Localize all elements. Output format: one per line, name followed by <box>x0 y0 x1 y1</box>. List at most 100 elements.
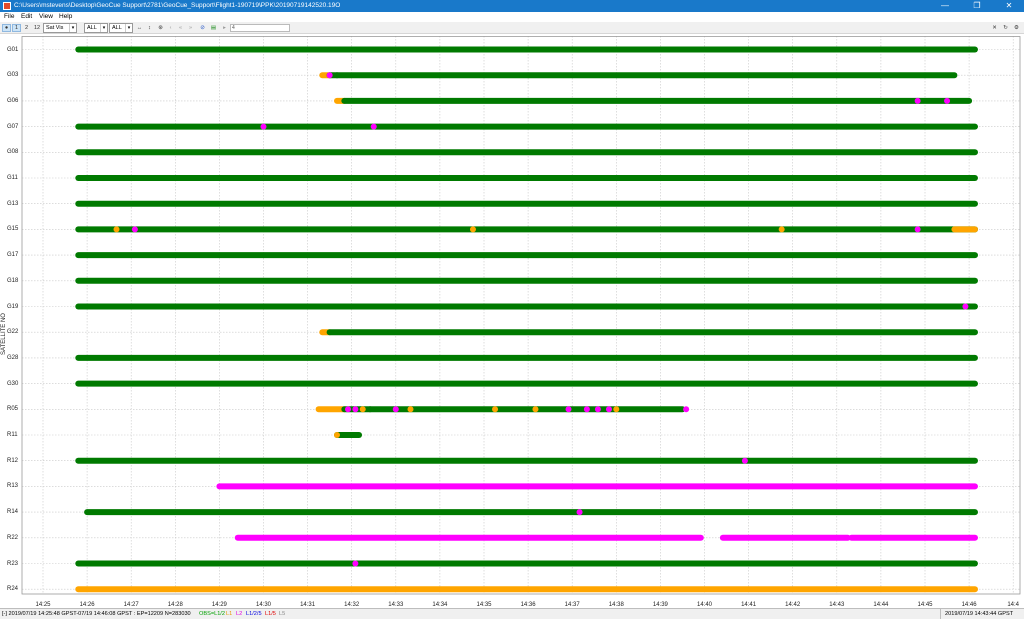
plot-type-value: Sat Vis <box>46 25 64 31</box>
track-mark-r05 <box>359 406 366 413</box>
status-cursor-time: 2019/07/19 14:43:44 GPST <box>940 609 1013 619</box>
close-button[interactable]: ✕ <box>994 0 1024 12</box>
legend-l15: L1/5 <box>265 611 276 617</box>
time-slider[interactable]: 4 <box>230 24 290 32</box>
system-filter-value: ALL <box>87 25 97 31</box>
track-mark-r23 <box>352 560 359 567</box>
time-slider-value: 4 <box>232 25 235 31</box>
view-1-button[interactable]: 1 <box>12 24 21 32</box>
map-icon[interactable]: ▤ <box>209 24 218 32</box>
menu-file[interactable]: File <box>4 13 14 21</box>
satellite-label: R12 <box>7 457 19 464</box>
system-filter-select[interactable]: ALL ▾ <box>84 23 108 33</box>
track-mark-r05 <box>583 406 590 413</box>
center-icon[interactable]: ⊛ <box>156 24 165 32</box>
track-mark-r05 <box>392 406 399 413</box>
legend-l5: L5 <box>279 611 286 617</box>
legend-obs: OBS=L1/2 <box>199 611 225 617</box>
track-mark-r05 <box>594 406 601 413</box>
app-icon <box>3 2 11 10</box>
gear-icon[interactable]: ⚙ <box>1012 24 1021 32</box>
satellite-label: G30 <box>7 380 19 387</box>
track-mark-g15 <box>131 226 138 233</box>
chevron-down-icon: ▾ <box>69 24 76 32</box>
chevron-down-icon: ▾ <box>125 24 132 32</box>
status-bar: [-] 2019/07/19 14:25:48 GPST-07/19 14:46… <box>0 608 1024 619</box>
track-mark-r11 <box>334 432 340 438</box>
maximize-button[interactable]: ❐ <box>962 0 992 12</box>
refresh-icon[interactable]: ↻ <box>1001 24 1010 32</box>
globe-icon[interactable]: ⊘ <box>198 24 207 32</box>
track-mark-g15 <box>914 226 921 233</box>
satellite-visibility-plot[interactable]: SATELLITE NO G01 G03 G06 G07 G08 G11 G13 G15 G17… <box>0 36 1024 608</box>
satellite-label: G22 <box>7 329 19 336</box>
satellite-label: R23 <box>7 560 19 567</box>
track-mark-r05 <box>345 406 352 413</box>
chevron-down-icon: ▾ <box>100 24 107 32</box>
track-mark-r05 <box>407 406 414 413</box>
view-12-button[interactable]: 12 <box>32 24 42 32</box>
satellite-label: R22 <box>7 534 19 541</box>
play-icon[interactable]: ▸ <box>220 24 229 32</box>
track-mark-g15 <box>469 226 476 233</box>
satellite-label: G13 <box>7 200 19 207</box>
plot-type-select[interactable]: Sat Vis ▾ <box>43 23 77 33</box>
close-icon[interactable]: ✕ <box>990 24 999 32</box>
title-bar: C:\Users\mstevens\Desktop\GeoCue Support… <box>0 0 1024 12</box>
track-mark-g03 <box>326 72 333 79</box>
track-mark-r05 <box>367 406 374 413</box>
view-all-button[interactable]: ● <box>2 24 11 32</box>
track-mark-g07 <box>260 123 267 130</box>
legend-l125: L1/2/5 <box>246 611 262 617</box>
satellite-label: R11 <box>7 432 18 438</box>
satellite-label: G18 <box>7 277 19 284</box>
plot-canvas <box>21 36 1021 595</box>
menu-bar: File Edit View Help <box>0 12 1024 22</box>
satellite-label: R05 <box>7 406 19 413</box>
track-mark-r14 <box>576 509 583 516</box>
satellite-label: R14 <box>7 509 19 516</box>
track-mark-r12 <box>741 457 748 464</box>
track-mark-g15 <box>778 226 785 233</box>
menu-view[interactable]: View <box>39 13 53 21</box>
track-mark-r05 <box>532 406 539 413</box>
satellite-label: R24 <box>7 586 19 593</box>
satellite-label: R13 <box>7 483 19 490</box>
satellite-label: G08 <box>7 149 19 156</box>
step-forward-icon[interactable]: » <box>186 24 195 32</box>
track-mark-g03 <box>334 72 340 79</box>
track-mark-r05 <box>683 406 690 413</box>
satellite-label: G07 <box>7 123 19 130</box>
view-2-button[interactable]: 2 <box>22 24 31 32</box>
satellite-label: G03 <box>7 72 19 79</box>
window-title: C:\Users\mstevens\Desktop\GeoCue Support… <box>14 2 341 9</box>
satellite-label: G28 <box>7 354 19 361</box>
legend-l1: L1 <box>226 611 233 617</box>
menu-edit[interactable]: Edit <box>21 13 32 21</box>
fit-vertical-icon[interactable]: ↕ <box>145 24 154 32</box>
satellite-label: G15 <box>7 226 19 233</box>
satellite-filter-value: ALL <box>112 25 122 31</box>
satellite-label: G17 <box>7 252 19 259</box>
track-mark-g06 <box>914 97 921 104</box>
minimize-button[interactable]: — <box>930 0 960 12</box>
track-mark-r05 <box>565 406 572 413</box>
track-mark-r05 <box>492 406 499 413</box>
menu-help[interactable]: Help <box>59 13 72 21</box>
step-start-icon[interactable]: ‹ <box>166 24 175 32</box>
track-mark-r05 <box>613 406 620 413</box>
status-summary: [-] 2019/07/19 14:25:48 GPST-07/19 14:46… <box>2 611 191 617</box>
toolbar: ● 1 2 12 Sat Vis ▾ ALL ▾ ALL ▾ ↔ ↕ ⊛ ‹ «… <box>0 22 1024 34</box>
satellite-filter-select[interactable]: ALL ▾ <box>109 23 133 33</box>
satellite-label: G06 <box>7 97 19 104</box>
track-mark-g06 <box>944 97 951 104</box>
track-mark-g07 <box>370 123 377 130</box>
legend-l2: L2 <box>236 611 243 617</box>
track-mark-r05 <box>352 406 359 413</box>
satellite-label: G11 <box>7 175 18 181</box>
track-mark-r05 <box>605 406 612 413</box>
fit-horizontal-icon[interactable]: ↔ <box>135 24 144 32</box>
track-mark-g15 <box>113 226 120 233</box>
step-back-icon[interactable]: « <box>176 24 185 32</box>
track-mark-g19 <box>962 303 969 310</box>
